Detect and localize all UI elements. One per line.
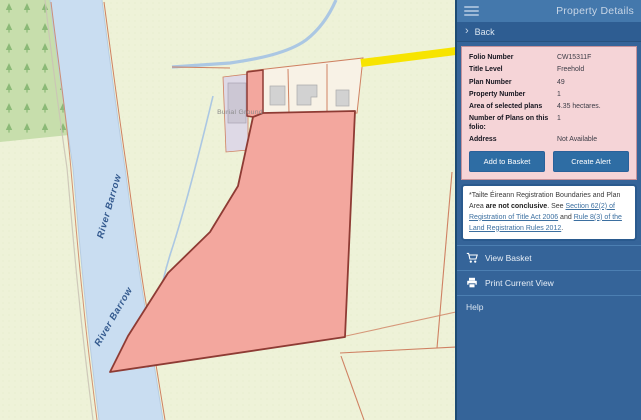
title-level-row: Title Level Freehold bbox=[469, 64, 629, 76]
property-details-panel: Property Details › Back Folio Number CW1… bbox=[455, 0, 641, 420]
create-alert-button[interactable]: Create Alert bbox=[553, 151, 629, 172]
disclaimer-text-joiner: and bbox=[558, 214, 574, 221]
area-row: Area of selected plans 4.35 hectares. bbox=[469, 100, 629, 112]
menu-icon[interactable] bbox=[464, 3, 479, 19]
map-canvas[interactable]: Burial Ground River Barrow River Barrow bbox=[0, 0, 455, 420]
plan-number-row: Plan Number 49 bbox=[469, 76, 629, 88]
disclaimer-text-bold: are not conclusive bbox=[486, 203, 547, 210]
cart-icon bbox=[466, 252, 478, 264]
address-label: Address bbox=[469, 135, 557, 144]
plans-count-value: 1 bbox=[557, 114, 629, 133]
title-level-value: Freehold bbox=[557, 65, 629, 74]
plan-number-label: Plan Number bbox=[469, 78, 557, 87]
print-current-view-label: Print Current View bbox=[485, 278, 554, 288]
card-actions: Add to Basket Create Alert bbox=[469, 151, 629, 172]
view-basket-label: View Basket bbox=[485, 253, 532, 263]
print-current-view-button[interactable]: Print Current View bbox=[457, 270, 641, 295]
back-label: Back bbox=[475, 27, 495, 37]
area-value: 4.35 hectares. bbox=[557, 102, 629, 111]
property-number-value: 1 bbox=[557, 90, 629, 99]
view-basket-button[interactable]: View Basket bbox=[457, 245, 641, 270]
back-button[interactable]: › Back bbox=[457, 22, 641, 42]
disclaimer-note: *Tailte Éireann Registration Boundaries … bbox=[461, 184, 637, 241]
panel-header: Property Details bbox=[457, 0, 641, 22]
property-number-row: Property Number 1 bbox=[469, 88, 629, 100]
disclaimer-text-suffix: . bbox=[561, 225, 563, 232]
burial-ground-label: Burial Ground bbox=[217, 109, 263, 116]
folio-number-row: Folio Number CW15311F bbox=[469, 52, 629, 64]
plans-count-label: Number of Plans on this folio: bbox=[469, 114, 557, 133]
panel-title: Property Details bbox=[556, 5, 634, 17]
address-row: Address Not Available bbox=[469, 134, 629, 146]
add-to-basket-button[interactable]: Add to Basket bbox=[469, 151, 545, 172]
disclaimer-text-mid: . See bbox=[547, 203, 565, 210]
folio-number-value: CW15311F bbox=[557, 53, 629, 62]
plan-number-value: 49 bbox=[557, 78, 629, 87]
folio-number-label: Folio Number bbox=[469, 53, 557, 62]
area-label: Area of selected plans bbox=[469, 102, 557, 111]
burial-ground-building bbox=[228, 83, 246, 123]
printer-icon bbox=[466, 277, 478, 289]
plans-count-row: Number of Plans on this folio: 1 bbox=[469, 112, 629, 133]
help-label: Help bbox=[466, 302, 483, 312]
address-value: Not Available bbox=[557, 135, 629, 144]
title-level-label: Title Level bbox=[469, 65, 557, 74]
property-details-card: Folio Number CW15311F Title Level Freeho… bbox=[461, 46, 637, 180]
property-number-label: Property Number bbox=[469, 90, 557, 99]
help-button[interactable]: Help bbox=[457, 295, 641, 318]
chevron-right-icon: › bbox=[465, 26, 469, 37]
landdirect-map-viewer: Burial Ground River Barrow River Barrow … bbox=[0, 0, 641, 420]
